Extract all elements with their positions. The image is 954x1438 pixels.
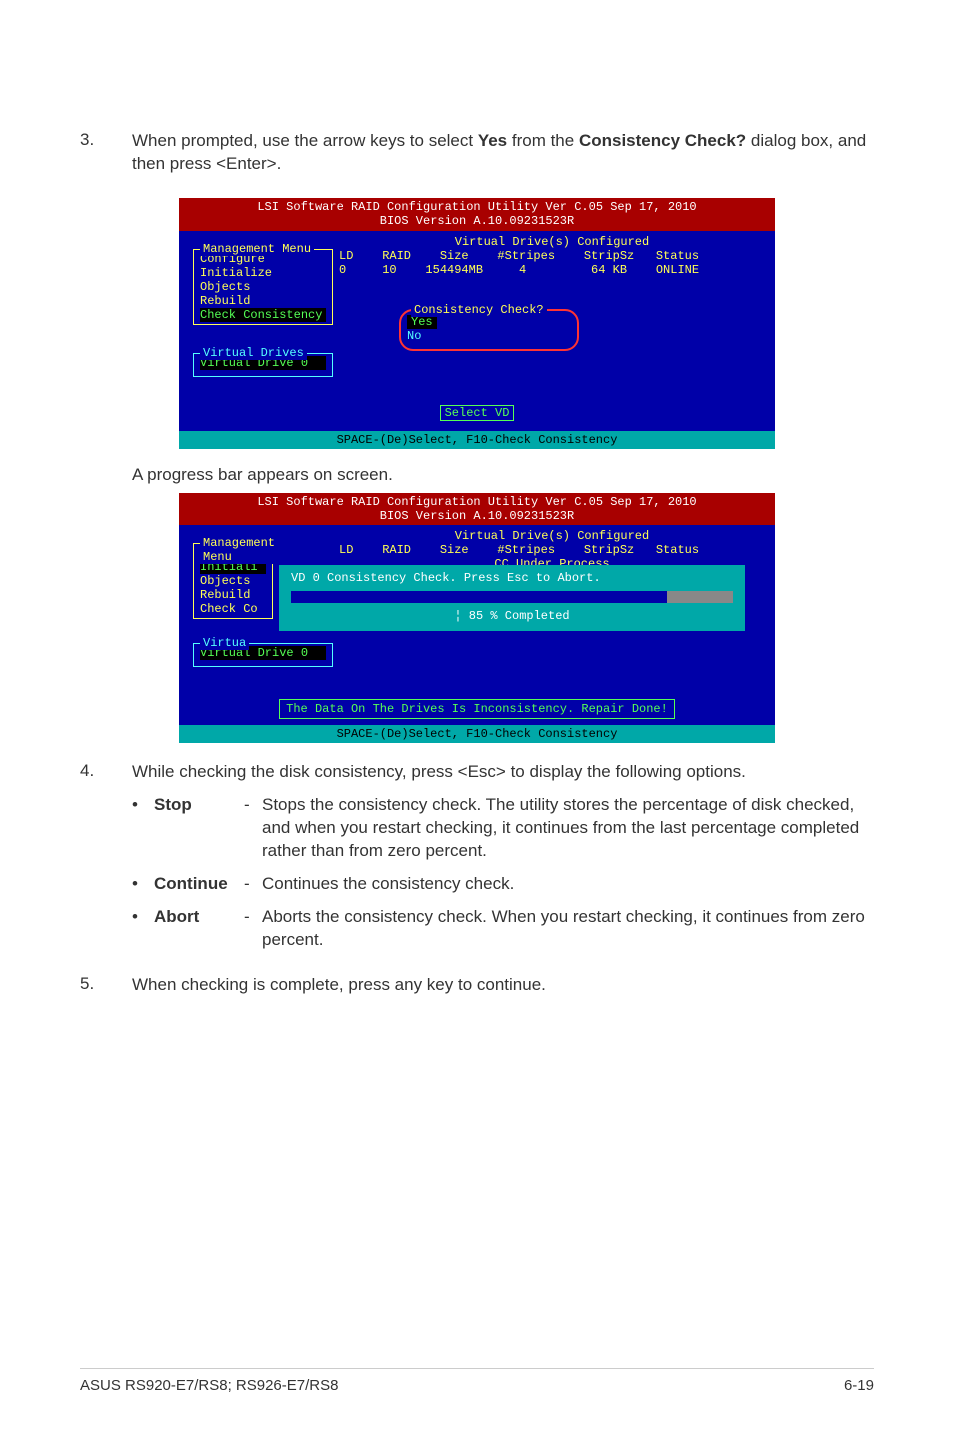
- step-5-text: When checking is complete, press any key…: [132, 974, 874, 997]
- footer-page-number: 6-19: [844, 1377, 874, 1394]
- virtual-drives-box: Virtua Virtual Drive 0: [193, 643, 333, 667]
- step-4-text: While checking the disk consistency, pre…: [132, 761, 874, 784]
- cc-dialog-title: Consistency Check?: [411, 303, 547, 317]
- bullet-text: Aborts the consistency check. When you r…: [262, 906, 874, 952]
- menu-item-objects[interactable]: Objects: [200, 574, 266, 588]
- step-3-number: 3.: [80, 130, 104, 186]
- menu-item-check-consistency[interactable]: Check Consistency: [200, 308, 326, 322]
- progress-dialog: VD 0 Consistency Check. Press Esc to Abo…: [279, 565, 745, 631]
- bullet-abort: • Abort - Aborts the consistency check. …: [132, 906, 874, 952]
- virtual-drives-box: Virtual Drives Virtual Drive 0: [193, 353, 333, 377]
- bullet-label-continue: Continue: [154, 873, 244, 896]
- menu-title: Management Menu: [200, 242, 314, 256]
- menu-item-rebuild[interactable]: Rebuild: [200, 588, 266, 602]
- bullet-dot-icon: •: [132, 873, 154, 896]
- step-4: 4. While checking the disk consistency, …: [80, 761, 874, 962]
- bullet-dash: -: [244, 906, 262, 952]
- progress-message: VD 0 Consistency Check. Press Esc to Abo…: [291, 571, 733, 585]
- bullet-dot-icon: •: [132, 794, 154, 863]
- management-menu: Management Menu Configure Initialize Obj…: [193, 249, 333, 325]
- vd-configured-label: Virtual Drive(s) Configured: [339, 235, 765, 249]
- page-footer: ASUS RS920-E7/RS8; RS926-E7/RS8 6-19: [80, 1368, 874, 1394]
- menu-item-check-co[interactable]: Check Co: [200, 602, 266, 616]
- bullet-text: Continues the consistency check.: [262, 873, 874, 896]
- step-3: 3. When prompted, use the arrow keys to …: [80, 130, 874, 186]
- progress-caption: A progress bar appears on screen.: [132, 465, 874, 485]
- step-3-text: When prompted, use the arrow keys to sel…: [132, 130, 874, 176]
- management-menu: Management Menu Configure Initiali Objec…: [193, 543, 273, 619]
- bullet-stop: • Stop - Stops the consistency check. Th…: [132, 794, 874, 863]
- bullet-label-abort: Abort: [154, 906, 244, 952]
- progress-percent: ¦ 85 % Completed: [291, 609, 733, 623]
- bios-screenshot-1: LSI Software RAID Configuration Utility …: [179, 198, 775, 449]
- bios-title-line1: LSI Software RAID Configuration Utility …: [179, 200, 775, 214]
- table-header-row: LD RAID Size #Stripes StripSz Status: [339, 543, 765, 557]
- step-4-number: 4.: [80, 761, 104, 962]
- step-5-number: 5.: [80, 974, 104, 1007]
- bold-yes: Yes: [478, 131, 507, 150]
- repair-done-message: The Data On The Drives Is Inconsistency.…: [279, 699, 675, 719]
- bios-title-line1: LSI Software RAID Configuration Utility …: [179, 495, 775, 509]
- text: When prompted, use the arrow keys to sel…: [132, 131, 478, 150]
- text: from the: [507, 131, 579, 150]
- select-vd-button[interactable]: Select VD: [440, 405, 515, 421]
- bios-header: LSI Software RAID Configuration Utility …: [179, 493, 775, 526]
- menu-title: Management Menu: [200, 536, 278, 564]
- vd-configured-label: Virtual Drive(s) Configured: [339, 529, 765, 543]
- bios-title-line2: BIOS Version A.10.09231523R: [179, 214, 775, 228]
- bullet-dash: -: [244, 794, 262, 863]
- bios-footer-hint: SPACE-(De)Select, F10-Check Consistency: [179, 431, 775, 449]
- bullet-dash: -: [244, 873, 262, 896]
- table-header-row: LD RAID Size #Stripes StripSz Status: [339, 249, 765, 263]
- progress-bar-fill: [291, 591, 667, 603]
- menu-item-initialize[interactable]: Initialize: [200, 266, 326, 280]
- step-5: 5. When checking is complete, press any …: [80, 974, 874, 1007]
- bullet-label-stop: Stop: [154, 794, 244, 863]
- bios-title-line2: BIOS Version A.10.09231523R: [179, 509, 775, 523]
- cc-option-no[interactable]: No: [407, 329, 571, 343]
- bullet-text: Stops the consistency check. The utility…: [262, 794, 874, 863]
- consistency-check-dialog: Consistency Check? Yes No: [399, 309, 579, 351]
- vd-table: Virtual Drive(s) Configured LD RAID Size…: [339, 235, 765, 277]
- bullet-dot-icon: •: [132, 906, 154, 952]
- table-row: 0 10 154494MB 4 64 KB ONLINE: [339, 263, 765, 277]
- menu-item-objects[interactable]: Objects: [200, 280, 326, 294]
- progress-bar: [291, 591, 733, 603]
- vd-box-title: Virtual Drives: [200, 346, 307, 360]
- footer-product: ASUS RS920-E7/RS8; RS926-E7/RS8: [80, 1377, 338, 1394]
- bullet-continue: • Continue - Continues the consistency c…: [132, 873, 874, 896]
- cc-option-yes[interactable]: Yes: [407, 315, 437, 329]
- bios-footer-hint: SPACE-(De)Select, F10-Check Consistency: [179, 725, 775, 743]
- bios-header: LSI Software RAID Configuration Utility …: [179, 198, 775, 231]
- bios-screenshot-2: LSI Software RAID Configuration Utility …: [179, 493, 775, 744]
- menu-item-rebuild[interactable]: Rebuild: [200, 294, 326, 308]
- vd-box-title: Virtua: [200, 636, 249, 650]
- bold-cc: Consistency Check?: [579, 131, 746, 150]
